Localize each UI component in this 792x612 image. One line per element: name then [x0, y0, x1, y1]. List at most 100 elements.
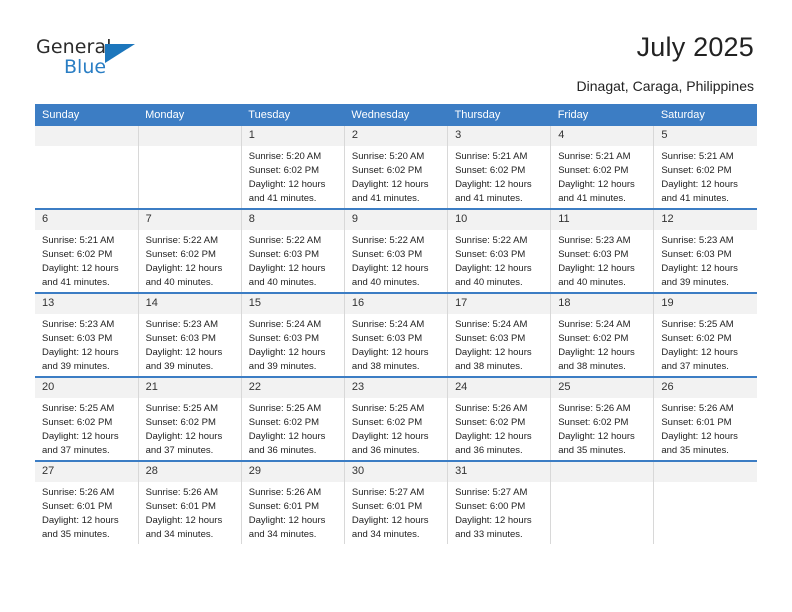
- calendar-day-cell[interactable]: 14 Sunrise: 5:23 AM Sunset: 6:03 PM Dayligh…: [138, 293, 242, 378]
- sunset-time: Sunset: 6:03 PM: [455, 333, 526, 344]
- calendar-day-cell[interactable]: 1 Sunrise: 5:20 AM Sunset: 6:02 PM Daylight…: [241, 126, 345, 210]
- day-number: 18: [551, 294, 654, 314]
- calendar-day-cell[interactable]: 29 Sunrise: 5:26 AM Sunset: 6:01 PM Dayligh…: [241, 461, 345, 544]
- weekday-header-row: Sunday Monday Tuesday Wednesday Thursday…: [35, 104, 757, 126]
- day-number: 16: [344, 294, 448, 314]
- sunrise-time: Sunrise: 5:20 AM: [248, 151, 322, 162]
- day-number: 4: [551, 126, 654, 146]
- page-title: July 2025: [636, 32, 754, 62]
- calendar-day-cell[interactable]: 2 Sunrise: 5:20 AM Sunset: 6:02 PM Daylight…: [344, 126, 449, 210]
- calendar-day-cell[interactable]: 15 Sunrise: 5:24 AM Sunset: 6:03 PM Dayligh…: [241, 293, 345, 378]
- calendar-day-cell[interactable]: 21 Sunrise: 5:25 AM Sunset: 6:02 PM Dayligh…: [138, 377, 242, 462]
- sunset-time: Sunset: 6:02 PM: [42, 249, 113, 260]
- sun-info: Sunrise: 5:25 AM Sunset: 6:02 PM Daylight:…: [345, 398, 447, 458]
- daylight-duration-line1: Daylight: 12 hours: [455, 179, 532, 190]
- calendar-day-cell[interactable]: 7 Sunrise: 5:22 AM Sunset: 6:02 PM Daylight…: [138, 209, 242, 294]
- day-number: 31: [448, 462, 551, 482]
- sun-info: Sunrise: 5:25 AM Sunset: 6:02 PM Daylight:…: [242, 398, 344, 458]
- sunset-time: Sunset: 6:02 PM: [661, 165, 732, 176]
- sunset-time: Sunset: 6:02 PM: [455, 417, 526, 428]
- calendar-day-cell[interactable]: 3 Sunrise: 5:21 AM Sunset: 6:02 PM Daylight…: [447, 126, 552, 210]
- sun-info: Sunrise: 5:26 AM Sunset: 6:01 PM Daylight:…: [242, 482, 344, 542]
- sunrise-time: Sunrise: 5:25 AM: [661, 319, 734, 330]
- sunset-time: Sunset: 6:01 PM: [248, 501, 320, 512]
- sunrise-time: Sunrise: 5:22 AM: [351, 235, 425, 246]
- sun-info: Sunrise: 5:26 AM Sunset: 6:02 PM Daylight:…: [551, 398, 653, 458]
- daylight-duration-line1: Daylight: 12 hours: [42, 431, 119, 442]
- sunrise-time: Sunrise: 5:26 AM: [145, 487, 218, 498]
- daylight-duration-line2: and 34 minutes.: [248, 529, 317, 540]
- day-number: [138, 126, 241, 146]
- sunrise-time: Sunrise: 5:25 AM: [145, 403, 218, 414]
- daylight-duration-line1: Daylight: 12 hours: [351, 263, 429, 274]
- daylight-duration-line1: Daylight: 12 hours: [42, 263, 119, 274]
- calendar-day-cell[interactable]: 26 Sunrise: 5:26 AM Sunset: 6:01 PM Dayligh…: [653, 377, 757, 462]
- sunset-time: Sunset: 6:01 PM: [42, 501, 113, 512]
- daylight-duration-line2: and 37 minutes.: [661, 361, 729, 372]
- day-number: 20: [35, 378, 138, 398]
- calendar-day-cell[interactable]: 20 Sunrise: 5:25 AM Sunset: 6:02 PM Dayligh…: [35, 377, 139, 462]
- calendar-day-cell[interactable]: 18 Sunrise: 5:24 AM Sunset: 6:02 PM Dayligh…: [550, 293, 655, 378]
- daylight-duration-line2: and 38 minutes.: [455, 361, 523, 372]
- daylight-duration-line1: Daylight: 12 hours: [558, 179, 635, 190]
- calendar-day-cell[interactable]: 25 Sunrise: 5:26 AM Sunset: 6:02 PM Dayligh…: [550, 377, 655, 462]
- day-number: 14: [138, 294, 241, 314]
- daylight-duration-line2: and 34 minutes.: [351, 529, 420, 540]
- calendar-day-cell[interactable]: 19 Sunrise: 5:25 AM Sunset: 6:02 PM Dayligh…: [653, 293, 757, 378]
- sunset-time: Sunset: 6:02 PM: [351, 165, 423, 176]
- sun-info: Sunrise: 5:21 AM Sunset: 6:02 PM Daylight:…: [654, 146, 757, 206]
- calendar-day-cell[interactable]: 4 Sunrise: 5:21 AM Sunset: 6:02 PM Daylight…: [550, 126, 655, 210]
- sunset-time: Sunset: 6:01 PM: [351, 501, 423, 512]
- sun-info: Sunrise: 5:22 AM Sunset: 6:02 PM Daylight:…: [139, 230, 241, 290]
- daylight-duration-line1: Daylight: 12 hours: [248, 347, 326, 358]
- sunrise-time: Sunrise: 5:24 AM: [455, 319, 528, 330]
- daylight-duration-line1: Daylight: 12 hours: [248, 515, 326, 526]
- weekday-header-thursday: Thursday: [447, 104, 551, 126]
- day-number: 2: [344, 126, 448, 146]
- calendar-day-cell[interactable]: 11 Sunrise: 5:23 AM Sunset: 6:03 PM Dayligh…: [550, 209, 655, 294]
- sunrise-time: Sunrise: 5:21 AM: [42, 235, 115, 246]
- daylight-duration-line1: Daylight: 12 hours: [42, 515, 119, 526]
- day-number: 23: [344, 378, 448, 398]
- calendar-day-cell[interactable]: 12 Sunrise: 5:23 AM Sunset: 6:03 PM Dayligh…: [653, 209, 757, 294]
- calendar-day-cell[interactable]: 6 Sunrise: 5:21 AM Sunset: 6:02 PM Daylight…: [35, 209, 139, 294]
- calendar-page: General Blue July 2025 Dinagat, Caraga, …: [0, 0, 792, 612]
- sun-info: Sunrise: 5:25 AM Sunset: 6:02 PM Daylight:…: [139, 398, 241, 458]
- calendar-day-cell[interactable]: 23 Sunrise: 5:25 AM Sunset: 6:02 PM Dayligh…: [344, 377, 449, 462]
- calendar-day-cell[interactable]: 5 Sunrise: 5:21 AM Sunset: 6:02 PM Daylight…: [653, 126, 757, 210]
- calendar-day-cell[interactable]: 27 Sunrise: 5:26 AM Sunset: 6:01 PM Dayligh…: [35, 461, 139, 544]
- calendar-day-cell[interactable]: 10 Sunrise: 5:22 AM Sunset: 6:03 PM Dayligh…: [447, 209, 552, 294]
- sun-info: Sunrise: 5:24 AM Sunset: 6:03 PM Daylight:…: [448, 314, 550, 374]
- daylight-duration-line1: Daylight: 12 hours: [351, 515, 429, 526]
- sunset-time: Sunset: 6:03 PM: [351, 249, 423, 260]
- sunrise-time: Sunrise: 5:25 AM: [248, 403, 322, 414]
- calendar-day-cell[interactable]: 31 Sunrise: 5:27 AM Sunset: 6:00 PM Dayligh…: [447, 461, 552, 544]
- general-blue-logo: General Blue: [36, 36, 166, 84]
- calendar-day-cell[interactable]: 22 Sunrise: 5:25 AM Sunset: 6:02 PM Dayligh…: [241, 377, 345, 462]
- sunrise-time: Sunrise: 5:26 AM: [661, 403, 734, 414]
- calendar-week-row: 13 Sunrise: 5:23 AM Sunset: 6:03 PM Dayligh…: [35, 293, 757, 378]
- daylight-duration-line1: Daylight: 12 hours: [248, 263, 326, 274]
- calendar-day-cell[interactable]: 17 Sunrise: 5:24 AM Sunset: 6:03 PM Dayligh…: [447, 293, 552, 378]
- calendar-day-cell[interactable]: 30 Sunrise: 5:27 AM Sunset: 6:01 PM Dayligh…: [344, 461, 449, 544]
- sunrise-time: Sunrise: 5:23 AM: [42, 319, 115, 330]
- day-number: 17: [448, 294, 551, 314]
- day-number: 10: [448, 210, 551, 230]
- calendar-day-cell[interactable]: 24 Sunrise: 5:26 AM Sunset: 6:02 PM Dayligh…: [447, 377, 552, 462]
- calendar-day-cell[interactable]: 9 Sunrise: 5:22 AM Sunset: 6:03 PM Daylight…: [344, 209, 449, 294]
- sun-info: Sunrise: 5:23 AM Sunset: 6:03 PM Daylight:…: [139, 314, 241, 374]
- weekday-header-wednesday: Wednesday: [344, 104, 448, 126]
- daylight-duration-line2: and 36 minutes.: [248, 445, 317, 456]
- sunset-time: Sunset: 6:03 PM: [455, 249, 526, 260]
- day-number: 9: [344, 210, 448, 230]
- calendar-day-cell[interactable]: 13 Sunrise: 5:23 AM Sunset: 6:03 PM Dayligh…: [35, 293, 139, 378]
- sun-info: Sunrise: 5:24 AM Sunset: 6:02 PM Daylight:…: [551, 314, 653, 374]
- sun-info: Sunrise: 5:20 AM Sunset: 6:02 PM Daylight:…: [345, 146, 447, 206]
- calendar-day-cell[interactable]: 8 Sunrise: 5:22 AM Sunset: 6:03 PM Daylight…: [241, 209, 345, 294]
- calendar-day-cell[interactable]: 28 Sunrise: 5:26 AM Sunset: 6:01 PM Dayligh…: [138, 461, 242, 544]
- daylight-duration-line1: Daylight: 12 hours: [661, 179, 738, 190]
- sunset-time: Sunset: 6:01 PM: [145, 501, 216, 512]
- calendar-day-cell[interactable]: 16 Sunrise: 5:24 AM Sunset: 6:03 PM Dayligh…: [344, 293, 449, 378]
- sunset-time: Sunset: 6:02 PM: [42, 417, 113, 428]
- sun-info: Sunrise: 5:25 AM Sunset: 6:02 PM Daylight:…: [654, 314, 757, 374]
